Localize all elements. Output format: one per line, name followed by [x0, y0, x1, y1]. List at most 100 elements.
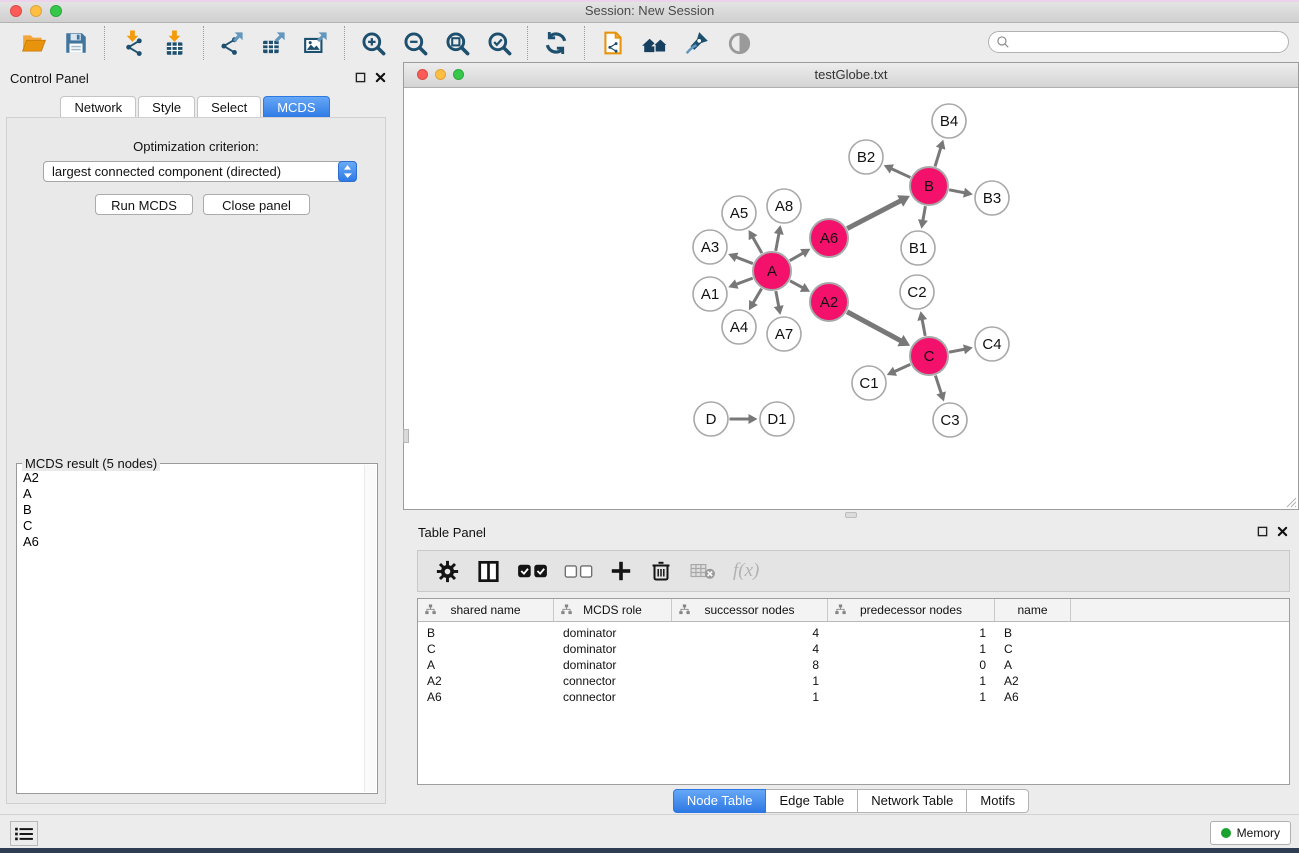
annotation-icon[interactable]	[682, 28, 712, 58]
table-row[interactable]: A2connector11A2	[418, 673, 1289, 689]
eye-icon[interactable]	[724, 28, 754, 58]
table-cell[interactable]: B	[995, 626, 1071, 640]
tab-select[interactable]: Select	[197, 96, 261, 118]
table-cell[interactable]: A	[418, 658, 554, 672]
open-session-icon[interactable]	[19, 28, 49, 58]
edge-C-C4[interactable]	[949, 349, 965, 352]
edge-C-C2[interactable]	[922, 319, 925, 336]
table-cell[interactable]: dominator	[554, 658, 672, 672]
function-builder-button[interactable]: f(x)	[733, 560, 759, 582]
tab-node-table[interactable]: Node Table	[673, 789, 767, 813]
zoom-selected-icon[interactable]	[484, 28, 514, 58]
table-cell[interactable]: A2	[995, 674, 1071, 688]
resize-grip-icon[interactable]	[1283, 494, 1297, 508]
tab-network[interactable]: Network	[60, 96, 136, 118]
table-cell[interactable]: 1	[828, 674, 995, 688]
table-row[interactable]: Bdominator41B	[418, 625, 1289, 641]
column-header-name[interactable]: name	[995, 599, 1071, 621]
table-cell[interactable]: dominator	[554, 642, 672, 656]
optimization-criterion-select[interactable]: largest connected component (directed)	[43, 161, 357, 182]
tab-edge-table[interactable]: Edge Table	[766, 789, 858, 813]
edge-A-A3[interactable]	[736, 257, 753, 264]
edge-B-B3[interactable]	[949, 190, 965, 193]
table-cell[interactable]: B	[418, 626, 554, 640]
mcds-result-item[interactable]: B	[23, 502, 363, 518]
column-header-predecessor-nodes[interactable]: predecessor nodes	[828, 599, 995, 621]
table-cell[interactable]: 1	[672, 674, 828, 688]
mcds-result-item[interactable]: A6	[23, 534, 363, 550]
new-network-icon[interactable]	[598, 28, 628, 58]
table-row[interactable]: Adominator80A	[418, 657, 1289, 673]
maximize-window-button[interactable]	[50, 5, 62, 17]
edge-A-A8[interactable]	[776, 233, 779, 251]
table-cell[interactable]: A2	[418, 674, 554, 688]
mcds-result-item[interactable]: A	[23, 486, 363, 502]
network-minimize-button[interactable]	[435, 69, 446, 80]
float-panel-icon[interactable]	[355, 72, 366, 83]
search-box[interactable]	[988, 31, 1289, 53]
table-cell[interactable]: dominator	[554, 626, 672, 640]
column-header-successor-nodes[interactable]: successor nodes	[672, 599, 828, 621]
edge-A-A6[interactable]	[790, 253, 804, 261]
table-cell[interactable]: 1	[828, 642, 995, 656]
table-row[interactable]: Cdominator41C	[418, 641, 1289, 657]
home-icon[interactable]	[640, 28, 670, 58]
column-header-MCDS-role[interactable]: MCDS role	[554, 599, 672, 621]
columns-icon[interactable]	[476, 559, 501, 584]
close-panel-icon[interactable]	[375, 72, 386, 83]
mcds-list-scrollbar[interactable]	[364, 465, 376, 792]
edge-A-A5[interactable]	[753, 237, 762, 253]
zoom-in-icon[interactable]	[358, 28, 388, 58]
mcds-result-item[interactable]: C	[23, 518, 363, 534]
table-cell[interactable]: A	[995, 658, 1071, 672]
table-cell[interactable]: 8	[672, 658, 828, 672]
close-table-panel-icon[interactable]	[1277, 526, 1288, 537]
run-mcds-button[interactable]: Run MCDS	[95, 194, 193, 215]
search-input[interactable]	[1010, 33, 1288, 51]
edge-A-A7[interactable]	[776, 291, 779, 307]
delete-column-icon[interactable]	[649, 559, 673, 583]
export-image-icon[interactable]	[301, 28, 331, 58]
tab-motifs[interactable]: Motifs	[967, 789, 1029, 813]
edge-C-C3[interactable]	[935, 375, 941, 393]
table-cell[interactable]: 1	[828, 626, 995, 640]
edge-B-B4[interactable]	[935, 147, 941, 166]
memory-button[interactable]: Memory	[1210, 821, 1291, 845]
horizontal-splitter[interactable]	[403, 511, 1299, 519]
zoom-fit-icon[interactable]	[442, 28, 472, 58]
deselect-all-icon[interactable]	[564, 563, 593, 580]
select-stepper-icon[interactable]	[338, 161, 357, 182]
select-all-icon[interactable]	[517, 562, 548, 580]
edge-A6-B[interactable]	[847, 201, 901, 229]
network-close-button[interactable]	[417, 69, 428, 80]
table-cell[interactable]: 0	[828, 658, 995, 672]
tab-style[interactable]: Style	[138, 96, 195, 118]
import-network-icon[interactable]	[118, 28, 148, 58]
edge-A-A4[interactable]	[753, 289, 762, 304]
edge-A2-C[interactable]	[847, 312, 901, 341]
export-table-icon[interactable]	[259, 28, 289, 58]
gear-icon[interactable]	[435, 559, 460, 584]
tab-network-table[interactable]: Network Table	[858, 789, 967, 813]
table-cell[interactable]: 4	[672, 642, 828, 656]
table-cell[interactable]: A6	[995, 690, 1071, 704]
edge-B-B2[interactable]	[891, 168, 910, 177]
edge-B-B1[interactable]	[923, 206, 926, 221]
tab-mcds[interactable]: MCDS	[263, 96, 329, 118]
add-column-icon[interactable]	[609, 559, 633, 583]
column-header-shared-name[interactable]: shared name	[418, 599, 554, 621]
network-canvas[interactable]: AA1A2A3A4A5A6A7A8BB1B2B3B4CC1C2C3C4DD1	[404, 87, 1298, 509]
network-maximize-button[interactable]	[453, 69, 464, 80]
float-table-panel-icon[interactable]	[1257, 526, 1268, 537]
refresh-icon[interactable]	[541, 28, 571, 58]
edge-A-A1[interactable]	[736, 278, 753, 284]
edge-C-C1[interactable]	[894, 364, 910, 371]
table-cell[interactable]: C	[995, 642, 1071, 656]
minimize-window-button[interactable]	[30, 5, 42, 17]
table-cell[interactable]: 4	[672, 626, 828, 640]
table-cell[interactable]: A6	[418, 690, 554, 704]
edge-A-A2[interactable]	[790, 281, 803, 288]
table-row[interactable]: A6connector11A6	[418, 689, 1289, 705]
table-cell[interactable]: 1	[828, 690, 995, 704]
splitter-handle-left[interactable]	[403, 429, 409, 443]
